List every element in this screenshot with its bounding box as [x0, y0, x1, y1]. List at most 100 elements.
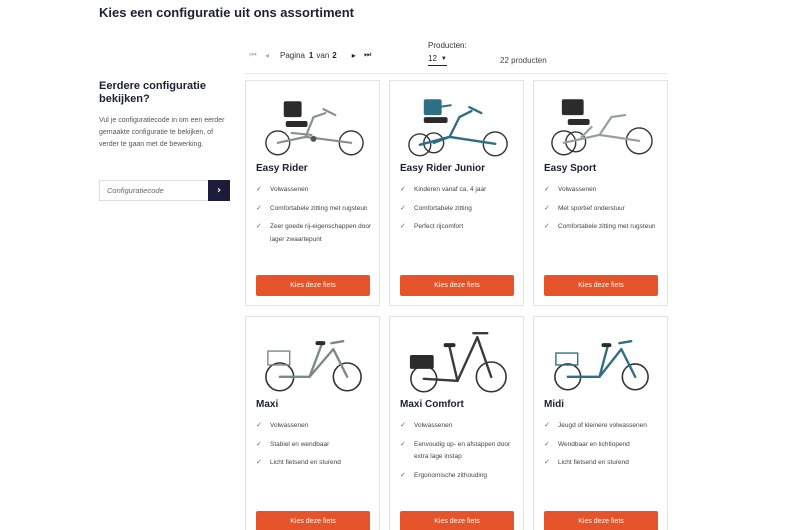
- product-card: Maxi Comfort ✓ Volwassenen ✓ Eenvoudig op-…: [389, 316, 524, 530]
- feature-list: ✓ Volwassenen ✓ Comfortabele zitting met r…: [256, 184, 374, 252]
- feature-list: ✓ Kinderen vanaf ca. 4 jaar ✓ Comfortabele…: [400, 184, 518, 240]
- check-icon: ✓: [544, 204, 550, 212]
- feature-text: Comfortabele zitting met rugsteun: [558, 223, 656, 230]
- product-name: Easy Sport: [544, 163, 597, 174]
- per-page-label: Producten:: [428, 41, 467, 50]
- per-page-select[interactable]: 12 ▼: [428, 54, 447, 66]
- check-icon: ✓: [544, 186, 550, 193]
- list-item: ✓ Eenvoudig op- en afstappen door extra l…: [400, 439, 518, 464]
- list-item: ✓ Comfortabele zitting met rugsteun: [256, 203, 374, 216]
- sidebar-text: Vul je configuratiecode in om een eerder…: [99, 117, 225, 148]
- check-icon: ✓: [544, 223, 550, 230]
- sidebar: Eerdere configuratie bekijken? Vul je co…: [99, 80, 239, 151]
- product-card: Easy Rider ✓ Volwassenen ✓ Comfortabele zi…: [245, 80, 380, 306]
- product-card: Maxi ✓ Volwassenen ✓ Stabiel en wendbaar ✓…: [245, 316, 380, 530]
- feature-text: Wendbaar en lichtlopend: [558, 440, 630, 448]
- feature-text: Zeer goede rij-eigenschappen door lager …: [270, 223, 372, 243]
- per-page-value: 12: [428, 54, 437, 63]
- feature-list: ✓ Volwassenen ✓ Stabiel en wendbaar ✓ Licht…: [256, 420, 374, 476]
- chevron-right-icon: ›: [216, 185, 222, 196]
- list-item: ✓ Kinderen vanaf ca. 4 jaar: [400, 184, 518, 197]
- list-item: ✓ Licht fietsend en sturend: [544, 457, 662, 470]
- check-icon: ✓: [544, 422, 550, 429]
- list-item: ✓ Zeer goede rij-eigenschappen door lager…: [256, 221, 374, 246]
- check-icon: ✓: [544, 440, 550, 448]
- pagination-current: 1: [308, 50, 314, 60]
- feature-text: Jeugd of kleinere volwassenen: [558, 422, 647, 429]
- last-page-icon[interactable]: ⏭: [361, 50, 375, 60]
- pagination-total: 2: [332, 50, 337, 60]
- list-item: ✓ Volwassenen: [256, 184, 374, 197]
- prev-page-icon[interactable]: ◂: [260, 51, 274, 60]
- recumbent-trike-icon: [265, 101, 364, 156]
- feature-list: ✓ Volwassenen ✓ Met sportief onderstuur ✓ C…: [544, 184, 662, 240]
- check-icon: ✓: [400, 223, 406, 230]
- pagination: ⏮ ◂ Pagina 1 van 2 ▸ ⏭: [246, 50, 375, 60]
- product-name: Easy Rider Junior: [400, 163, 486, 174]
- choose-bike-button[interactable]: Kies deze fiets: [544, 275, 658, 296]
- feature-text: Licht fietsend en sturend: [558, 459, 629, 466]
- divider: [245, 73, 667, 74]
- product-name: Easy Rider: [256, 163, 308, 174]
- product-name: Midi: [544, 399, 564, 410]
- feature-list: ✓ Jeugd of kleinere volwassenen ✓ Wendbaar…: [544, 420, 662, 476]
- feature-text: Met sportief onderstuur: [558, 204, 625, 212]
- submit-code-button[interactable]: ›: [208, 180, 230, 201]
- check-icon: ✓: [544, 459, 550, 466]
- feature-text: Volwassenen: [414, 422, 453, 429]
- feature-text: Perfect rijcomfort: [414, 223, 464, 230]
- check-icon: ✓: [256, 186, 262, 193]
- chevron-down-icon: ▼: [440, 55, 447, 62]
- feature-text: Volwassenen: [270, 186, 309, 193]
- product-name: Maxi: [256, 399, 279, 410]
- check-icon: ✓: [256, 459, 262, 466]
- feature-text: Volwassenen: [270, 422, 309, 429]
- next-page-icon[interactable]: ▸: [347, 51, 361, 60]
- choose-bike-button[interactable]: Kies deze fiets: [400, 275, 514, 296]
- sport-trike-icon: [551, 99, 653, 156]
- configuration-code-form: ›: [99, 180, 230, 201]
- list-item: ✓ Volwassenen: [544, 184, 662, 197]
- product-card: Easy Rider Junior ✓ Kinderen vanaf ca. 4 …: [389, 80, 524, 306]
- choose-bike-button[interactable]: Kies deze fiets: [256, 275, 370, 296]
- list-item: ✓ Comfortabele zitting: [400, 203, 518, 216]
- feature-list: ✓ Volwassenen ✓ Eenvoudig op- en afstappen…: [400, 420, 518, 488]
- list-item: ✓ Volwassenen: [256, 420, 374, 433]
- list-item: ✓ Perfect rijcomfort: [400, 221, 518, 234]
- pagination-label: Pagina: [280, 50, 305, 60]
- page-title: Kies een configuratie uit ons assortimen…: [99, 5, 354, 20]
- feature-text: Volwassenen: [558, 186, 597, 193]
- check-icon: ✓: [400, 186, 406, 193]
- check-icon: ✓: [400, 471, 406, 479]
- list-item: ✓ Licht fietsend en sturend: [256, 457, 374, 470]
- first-page-icon[interactable]: ⏮: [246, 50, 260, 60]
- configuration-code-input[interactable]: [99, 180, 208, 201]
- list-item: ✓ Jeugd of kleinere volwassenen: [544, 420, 662, 433]
- youth-tricycle-icon: [554, 339, 649, 391]
- check-icon: ✓: [256, 223, 262, 230]
- low-step-tricycle-icon: [409, 332, 507, 393]
- check-icon: ✓: [256, 422, 262, 429]
- result-count: 22 producten: [500, 56, 547, 65]
- choose-bike-button[interactable]: Kies deze fiets: [256, 511, 370, 530]
- tricycle-icon: [265, 339, 362, 392]
- feature-text: Kinderen vanaf ca. 4 jaar: [414, 186, 487, 193]
- junior-trike-icon: [408, 99, 508, 157]
- pagination-separator: van: [316, 50, 330, 60]
- product-card: Midi ✓ Jeugd of kleinere volwassenen ✓ Wen…: [533, 316, 668, 530]
- list-item: ✓ Met sportief onderstuur: [544, 203, 662, 216]
- feature-text: Licht fietsend en sturend: [270, 459, 341, 466]
- check-icon: ✓: [256, 440, 262, 448]
- check-icon: ✓: [400, 204, 406, 212]
- feature-text: Eenvoudig op- en afstappen door extra la…: [414, 440, 511, 461]
- feature-text: Stabiel en wendbaar: [270, 440, 330, 448]
- list-item: ✓ Stabiel en wendbaar: [256, 439, 374, 452]
- check-icon: ✓: [400, 440, 406, 448]
- check-icon: ✓: [400, 422, 406, 429]
- list-item: ✓ Volwassenen: [400, 420, 518, 433]
- feature-text: Comfortabele zitting met rugsteun: [270, 204, 368, 212]
- check-icon: ✓: [256, 204, 262, 212]
- choose-bike-button[interactable]: Kies deze fiets: [400, 511, 514, 530]
- product-card: Easy Sport ✓ Volwassenen ✓ Met sportief on…: [533, 80, 668, 306]
- choose-bike-button[interactable]: Kies deze fiets: [544, 511, 658, 530]
